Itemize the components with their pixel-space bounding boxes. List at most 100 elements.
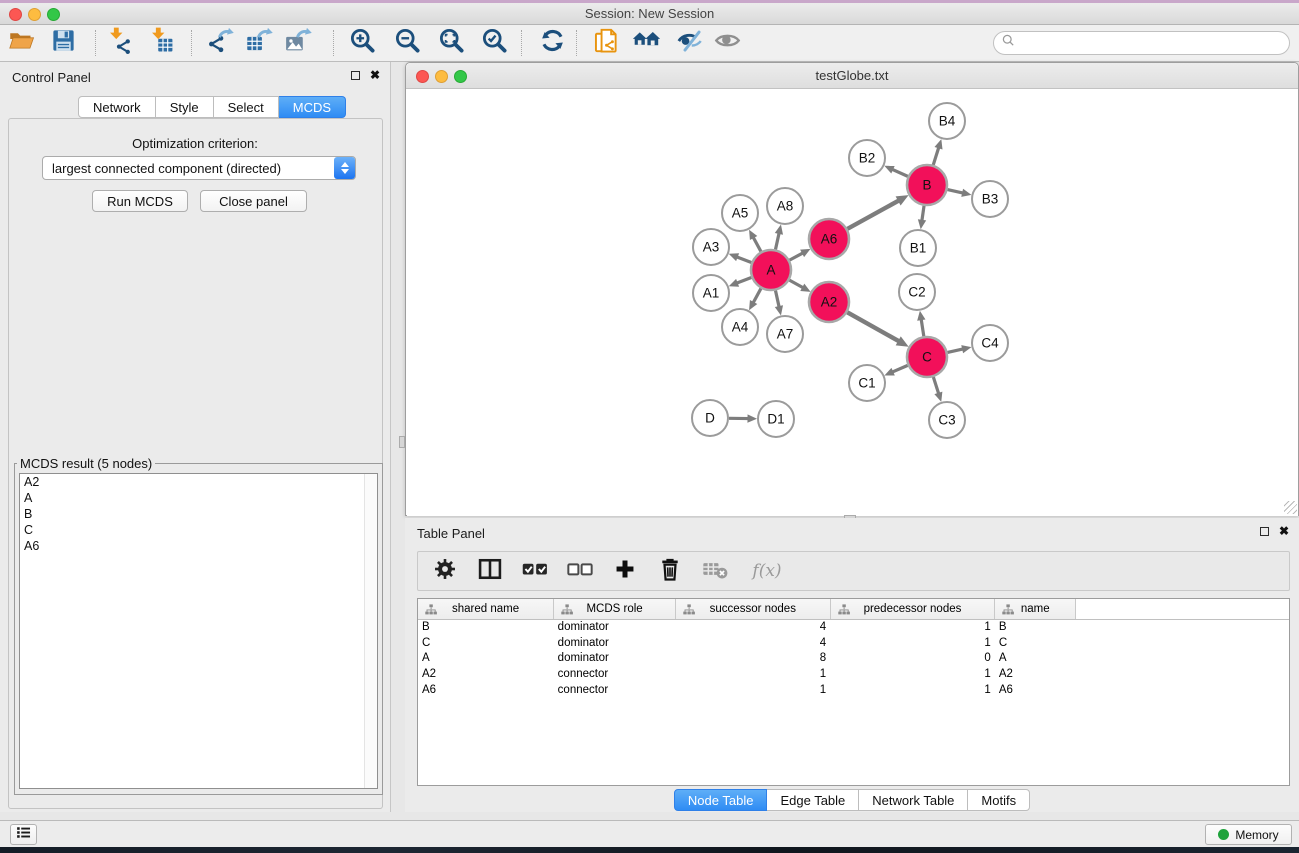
tab-network[interactable]: Network: [78, 96, 156, 118]
table-cell[interactable]: A6: [418, 682, 554, 698]
table-cell[interactable]: 1: [675, 682, 830, 698]
close-table-panel-icon[interactable]: ✖: [1279, 526, 1289, 536]
table-cell[interactable]: A: [995, 651, 1076, 667]
column-header-successor-nodes[interactable]: successor nodes: [675, 599, 830, 619]
table-cell[interactable]: 4: [675, 619, 830, 635]
graph-node-A2[interactable]: A2: [809, 282, 849, 322]
export-image-button[interactable]: [282, 28, 314, 58]
graph-node-C1[interactable]: C1: [849, 365, 885, 401]
import-network-button[interactable]: [103, 28, 135, 58]
search-field[interactable]: [993, 31, 1290, 55]
home-networks-button[interactable]: [630, 28, 662, 58]
new-doc-share-button[interactable]: [589, 28, 621, 58]
table-cell[interactable]: 1: [830, 666, 995, 682]
table-cell[interactable]: connector: [554, 682, 676, 698]
float-panel-icon[interactable]: [351, 71, 360, 80]
graph-node-C2[interactable]: C2: [899, 274, 935, 310]
table-cell[interactable]: dominator: [554, 635, 676, 651]
search-input[interactable]: [1020, 34, 1289, 52]
graph-node-D[interactable]: D: [692, 400, 728, 436]
graph-node-A4[interactable]: A4: [722, 309, 758, 345]
tab-network-table[interactable]: Network Table: [859, 789, 968, 811]
graph-node-D1[interactable]: D1: [758, 401, 794, 437]
graph-node-C4[interactable]: C4: [972, 325, 1008, 361]
graph-node-C3[interactable]: C3: [929, 402, 965, 438]
table-row[interactable]: Bdominator41B: [418, 619, 1289, 635]
table-cell[interactable]: B: [995, 619, 1076, 635]
graph-node-C[interactable]: C: [907, 337, 947, 377]
close-panel-icon[interactable]: ✖: [370, 70, 380, 80]
task-history-button[interactable]: [10, 824, 37, 845]
gear-button[interactable]: [430, 556, 460, 586]
column-header-MCDS-role[interactable]: MCDS role: [554, 599, 676, 619]
float-table-panel-icon[interactable]: [1260, 527, 1269, 536]
graph-node-B2[interactable]: B2: [849, 140, 885, 176]
tab-style[interactable]: Style: [156, 96, 214, 118]
result-list-scrollbar[interactable]: [364, 474, 377, 788]
tab-node-table[interactable]: Node Table: [674, 789, 768, 811]
memory-button[interactable]: Memory: [1205, 824, 1292, 845]
table-cell[interactable]: A2: [995, 666, 1076, 682]
column-header-shared-name[interactable]: shared name: [418, 599, 554, 619]
show-glyph-button[interactable]: [711, 28, 743, 58]
graph-node-A6[interactable]: A6: [809, 219, 849, 259]
column-header-predecessor-nodes[interactable]: predecessor nodes: [830, 599, 995, 619]
graph-node-A7[interactable]: A7: [767, 316, 803, 352]
table-row[interactable]: Adominator80A: [418, 651, 1289, 667]
network-vertical-scrollbar[interactable]: [399, 436, 405, 448]
close-panel-button[interactable]: Close panel: [200, 190, 307, 212]
split-columns-button[interactable]: [475, 556, 505, 586]
table-cell[interactable]: 8: [675, 651, 830, 667]
column-header-name[interactable]: name: [995, 599, 1076, 619]
table-cell[interactable]: 1: [830, 635, 995, 651]
table-cell[interactable]: 1: [830, 682, 995, 698]
tab-select[interactable]: Select: [214, 96, 279, 118]
export-table-button[interactable]: [243, 28, 275, 58]
table-cell[interactable]: C: [995, 635, 1076, 651]
optimization-criterion-dropdown[interactable]: largest connected component (directed): [42, 156, 356, 180]
graph-node-A8[interactable]: A8: [767, 188, 803, 224]
fx-button[interactable]: f(x): [745, 556, 789, 586]
tab-motifs[interactable]: Motifs: [968, 789, 1030, 811]
table-cell[interactable]: A: [418, 651, 554, 667]
zoom-fit-button[interactable]: [435, 28, 467, 58]
table-cell[interactable]: dominator: [554, 619, 676, 635]
table-cell[interactable]: 4: [675, 635, 830, 651]
plus-button[interactable]: [610, 556, 640, 586]
open-folder-button[interactable]: [5, 28, 37, 58]
export-network-button[interactable]: [204, 28, 236, 58]
mcds-result-item[interactable]: A: [20, 490, 377, 506]
table-cell[interactable]: B: [418, 619, 554, 635]
table-cell[interactable]: dominator: [554, 651, 676, 667]
table-cell[interactable]: 1: [675, 666, 830, 682]
graph-node-B3[interactable]: B3: [972, 181, 1008, 217]
refresh-button[interactable]: [536, 28, 568, 58]
table-row[interactable]: A6connector11A6: [418, 682, 1289, 698]
save-button[interactable]: [47, 28, 79, 58]
table-cell[interactable]: C: [418, 635, 554, 651]
main-titlebar[interactable]: Session: New Session: [0, 3, 1299, 25]
zoom-out-button[interactable]: [391, 28, 423, 58]
table-cell[interactable]: 1: [830, 619, 995, 635]
network-graph-canvas[interactable]: B4B2BB3A5A8A6A3AB1A1C2A2A4A7CC4C1C3DD1: [407, 90, 1298, 516]
table-delete-button[interactable]: [700, 556, 730, 586]
graph-node-B1[interactable]: B1: [900, 230, 936, 266]
network-window-titlebar[interactable]: testGlobe.txt: [406, 63, 1298, 89]
mcds-result-item[interactable]: A2: [20, 474, 377, 490]
graph-node-A3[interactable]: A3: [693, 229, 729, 265]
zoom-selected-button[interactable]: [478, 28, 510, 58]
graph-node-A1[interactable]: A1: [693, 275, 729, 311]
run-mcds-button[interactable]: Run MCDS: [92, 190, 188, 212]
mcds-result-item[interactable]: A6: [20, 538, 377, 554]
mcds-result-item[interactable]: C: [20, 522, 377, 538]
table-row[interactable]: Cdominator41C: [418, 635, 1289, 651]
import-table-button[interactable]: [145, 28, 177, 58]
check-pair-button[interactable]: [520, 556, 550, 586]
graph-node-A[interactable]: A: [751, 250, 791, 290]
mcds-result-item[interactable]: B: [20, 506, 377, 522]
window-resize-grip[interactable]: [1284, 501, 1297, 514]
table-cell[interactable]: connector: [554, 666, 676, 682]
graph-node-B4[interactable]: B4: [929, 103, 965, 139]
zoom-in-button[interactable]: [346, 28, 378, 58]
tab-edge-table[interactable]: Edge Table: [767, 789, 859, 811]
